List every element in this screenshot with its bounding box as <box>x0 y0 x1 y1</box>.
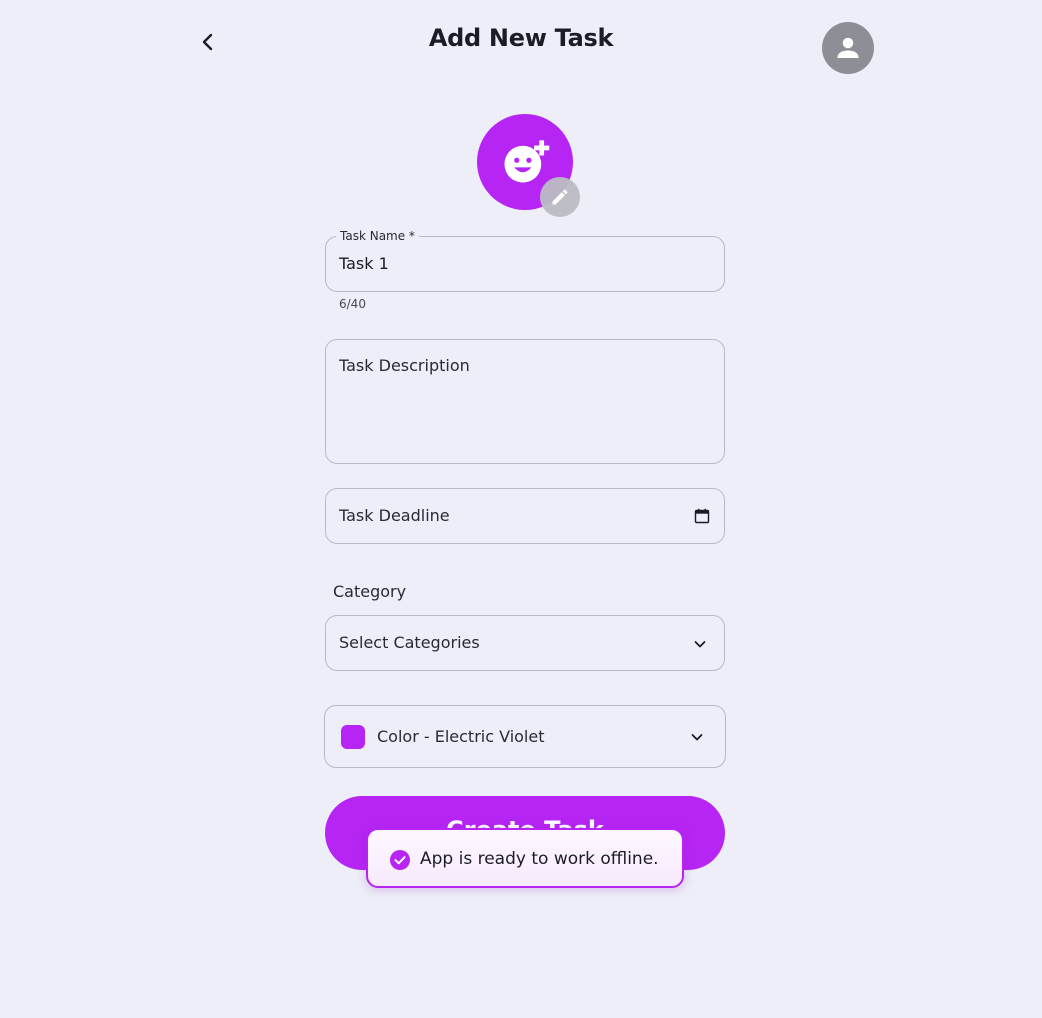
task-icon-picker[interactable] <box>477 114 581 218</box>
category-select[interactable]: Select Categories <box>325 615 725 671</box>
task-description-input[interactable] <box>339 356 711 452</box>
chevron-down-icon <box>694 641 706 648</box>
category-select-label: Select Categories <box>339 633 480 652</box>
task-description-field[interactable] <box>325 339 725 464</box>
app-header: Add New Task <box>0 0 1042 90</box>
task-deadline-label: Task Deadline <box>339 506 450 525</box>
task-deadline-field[interactable]: Task Deadline <box>325 488 725 544</box>
chevron-down-icon <box>691 734 703 741</box>
person-icon <box>837 37 859 58</box>
add-reaction-icon <box>504 140 550 183</box>
task-name-label: Task Name * <box>336 229 419 243</box>
offline-ready-toast: App is ready to work offline. <box>366 828 684 888</box>
task-name-field[interactable]: Task Name * <box>325 229 725 292</box>
character-counter: 6/40 <box>339 297 366 311</box>
toast-message: App is ready to work offline. <box>420 849 659 869</box>
color-swatch <box>341 725 365 749</box>
color-select[interactable]: Color - Electric Violet <box>324 705 726 768</box>
profile-avatar-button[interactable] <box>822 22 874 74</box>
pencil-icon <box>552 189 568 205</box>
calendar-icon[interactable] <box>694 508 710 524</box>
edit-icon-button[interactable] <box>540 177 580 217</box>
color-select-label: Color - Electric Violet <box>377 727 545 746</box>
task-name-input[interactable] <box>339 254 709 273</box>
check-circle-icon <box>390 850 410 870</box>
category-heading: Category <box>333 582 407 601</box>
page-title: Add New Task <box>428 24 614 52</box>
